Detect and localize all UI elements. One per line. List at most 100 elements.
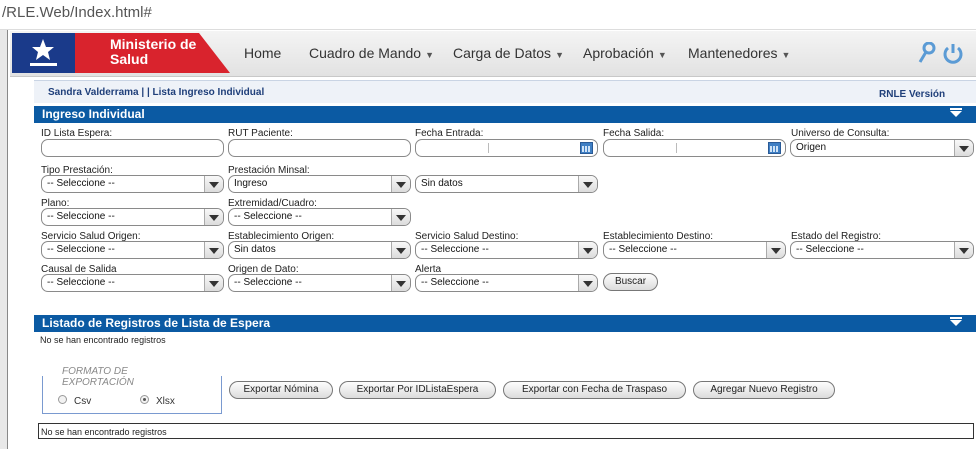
exportar-fecha-traspaso-button[interactable]: Exportar con Fecha de Traspaso	[503, 381, 686, 399]
label-fecha-entrada: Fecha Entrada:	[415, 128, 484, 139]
key-icon[interactable]	[918, 41, 936, 64]
label-id-lista: ID Lista Espera:	[41, 128, 113, 139]
browser-url-bar[interactable]: /RLE.Web/Index.html#	[0, 0, 976, 30]
brand-line-1: Ministerio de	[110, 36, 197, 52]
prestacion-minsal-value: Ingreso	[234, 178, 268, 189]
power-icon[interactable]	[942, 42, 964, 64]
label-fecha-salida: Fecha Salida:	[603, 128, 665, 139]
extremidad-value: -- Seleccione --	[234, 211, 302, 222]
dropdown-arrow-icon[interactable]	[204, 242, 223, 258]
ss-destino-value: -- Seleccione --	[421, 244, 489, 255]
dropdown-arrow-icon[interactable]	[391, 209, 410, 225]
legend-line-2: EXPORTACIÓN	[62, 377, 134, 388]
exportar-por-id-button[interactable]: Exportar Por IDListaEspera	[339, 381, 496, 399]
est-destino-value: -- Seleccione --	[609, 244, 677, 255]
universo-value: Origen	[796, 142, 827, 153]
nav-carga-label: Carga de Datos	[453, 45, 552, 61]
label-rut: RUT Paciente:	[228, 128, 293, 139]
section-title-listado: Listado de Registros de Lista de Espera	[42, 316, 271, 330]
section-header-listado[interactable]: Listado de Registros de Lista de Espera	[34, 315, 976, 332]
brand-name: Ministerio de Salud	[110, 37, 196, 67]
url-text: /RLE.Web/Index.html#	[2, 4, 152, 21]
csv-radio[interactable]	[58, 395, 67, 404]
xlsx-radio[interactable]	[140, 395, 149, 404]
section-header-ingreso[interactable]: Ingreso Individual	[34, 106, 976, 123]
prestacion-detail-select[interactable]: Sin datos	[415, 175, 598, 193]
rut-input[interactable]	[228, 139, 411, 157]
dropdown-arrow-icon[interactable]	[766, 242, 785, 258]
nav-home[interactable]: Home	[244, 45, 281, 61]
dropdown-arrow-icon[interactable]	[391, 242, 410, 258]
fecha-entrada-input[interactable]	[415, 139, 598, 157]
nav-mantenedores-label: Mantenedores	[688, 45, 778, 61]
date-separator	[488, 143, 489, 153]
calendar-icon[interactable]	[580, 142, 593, 154]
alerta-select[interactable]: -- Seleccione --	[415, 274, 598, 292]
origen-dato-select[interactable]: -- Seleccione --	[228, 274, 411, 292]
chile-logo	[12, 33, 75, 73]
section-title-ingreso: Ingreso Individual	[42, 107, 145, 121]
causal-value: -- Seleccione --	[47, 277, 115, 288]
estado-value: -- Seleccione --	[796, 244, 864, 255]
est-destino-select[interactable]: -- Seleccione --	[603, 241, 786, 259]
dropdown-arrow-icon[interactable]	[204, 176, 223, 192]
plano-value: -- Seleccione --	[47, 211, 115, 222]
ss-destino-select[interactable]: -- Seleccione --	[415, 241, 598, 259]
dropdown-arrow-icon[interactable]	[391, 275, 410, 291]
prestacion-minsal-select[interactable]: Ingreso	[228, 175, 411, 193]
brand-line-2: Salud	[110, 51, 149, 67]
nav-carga-de-datos[interactable]: Carga de Datos ▼	[453, 45, 564, 61]
agregar-nuevo-registro-button[interactable]: Agregar Nuevo Registro	[693, 381, 835, 399]
legend-line-1: FORMATO DE	[62, 366, 128, 377]
dropdown-arrow-icon[interactable]	[578, 242, 597, 258]
tipo-prestacion-select[interactable]: -- Seleccione --	[41, 175, 224, 193]
date-separator	[676, 143, 677, 153]
dropdown-arrow-icon[interactable]	[391, 176, 410, 192]
collapse-icon[interactable]	[950, 317, 962, 326]
chevron-down-icon: ▼	[781, 50, 791, 60]
est-origen-select[interactable]: Sin datos	[228, 241, 411, 259]
dropdown-arrow-icon[interactable]	[204, 275, 223, 291]
prestacion-detail-value: Sin datos	[421, 178, 463, 189]
fecha-salida-input[interactable]	[603, 139, 786, 157]
estado-select[interactable]: -- Seleccione --	[790, 241, 974, 259]
chevron-down-icon: ▼	[555, 50, 564, 60]
user-breadcrumb: Sandra Valderrama | | Lista Ingreso Indi…	[48, 87, 265, 98]
nav-aprobacion[interactable]: Aprobación ▼	[583, 45, 667, 61]
exportar-nomina-button[interactable]: Exportar Nómina	[229, 381, 333, 399]
export-format-legend: FORMATO DE EXPORTACIÓN	[62, 366, 134, 388]
version-label: RNLE Versión	[879, 89, 946, 100]
nav-home-label: Home	[244, 45, 282, 61]
origen-dato-value: -- Seleccione --	[234, 277, 302, 288]
universo-select[interactable]: Origen	[790, 139, 974, 157]
calendar-icon[interactable]	[768, 142, 781, 154]
dropdown-arrow-icon[interactable]	[578, 275, 597, 291]
results-table: No se han encontrado registros	[38, 423, 974, 439]
empty-message: No se han encontrado registros	[40, 335, 166, 345]
nav-mantenedores[interactable]: Mantenedores ▼	[688, 45, 790, 61]
label-universo: Universo de Consulta:	[791, 128, 890, 139]
est-origen-value: Sin datos	[234, 244, 276, 255]
chevron-down-icon: ▼	[425, 50, 434, 60]
nav-aprobacion-label: Aprobación	[583, 45, 654, 61]
ss-origen-value: -- Seleccione --	[47, 244, 115, 255]
left-strip	[0, 30, 7, 449]
nav-cuadro-de-mando[interactable]: Cuadro de Mando ▼	[309, 45, 434, 61]
collapse-icon[interactable]	[950, 108, 962, 117]
ss-origen-select[interactable]: -- Seleccione --	[41, 241, 224, 259]
csv-label: Csv	[74, 396, 92, 407]
extremidad-select[interactable]: -- Seleccione --	[228, 208, 411, 226]
dropdown-arrow-icon[interactable]	[954, 242, 973, 258]
dropdown-arrow-icon[interactable]	[204, 209, 223, 225]
dropdown-arrow-icon[interactable]	[954, 140, 973, 156]
dropdown-arrow-icon[interactable]	[578, 176, 597, 192]
id-lista-input[interactable]	[41, 139, 224, 157]
alerta-value: -- Seleccione --	[421, 277, 489, 288]
buscar-button[interactable]: Buscar	[603, 273, 658, 291]
nav-cuadro-label: Cuadro de Mando	[309, 45, 422, 61]
results-empty-message: No se han encontrado registros	[41, 427, 167, 437]
plano-select[interactable]: -- Seleccione --	[41, 208, 224, 226]
xlsx-label: Xlsx	[156, 396, 175, 407]
causal-select[interactable]: -- Seleccione --	[41, 274, 224, 292]
user-bar: Sandra Valderrama | | Lista Ingreso Indi…	[34, 80, 976, 103]
